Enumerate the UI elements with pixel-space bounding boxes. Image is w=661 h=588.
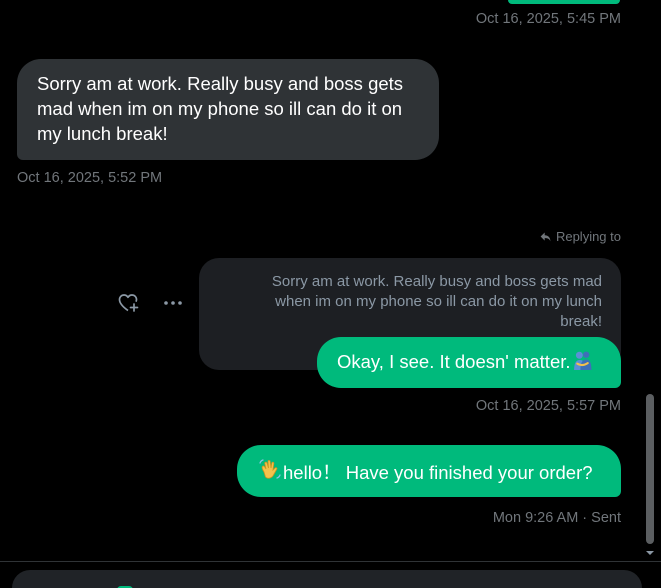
message-timestamp: Oct 16, 2025, 5:57 PM	[475, 398, 621, 414]
waving-hand-icon	[258, 458, 282, 488]
replying-to-label: Replying to	[539, 229, 621, 244]
replying-to-text: Replying to	[555, 229, 621, 244]
sent-message-text: hello！ Have you finished your order?	[283, 462, 593, 483]
quoted-message-text: Sorry am at work. Really busy and boss g…	[271, 273, 602, 330]
message-timestamp: Oct 16, 2025, 5:52 PM	[17, 170, 163, 186]
received-message-text: Sorry am at work. Really busy and boss g…	[37, 73, 404, 144]
received-message-bubble[interactable]: Sorry am at work. Really busy and boss g…	[17, 59, 439, 160]
reply-arrow-icon	[540, 232, 551, 242]
add-reaction-button[interactable]	[117, 292, 141, 314]
conversation-view: Oct 16, 2025, 5:45 PM Sorry am at work. …	[0, 0, 661, 588]
message-timestamp: Oct 16, 2025, 5:45 PM	[475, 11, 621, 27]
people-hugging-icon	[572, 350, 593, 377]
composer-divider	[0, 561, 661, 562]
more-options-button[interactable]	[161, 292, 185, 314]
heart-plus-icon	[118, 294, 139, 312]
scroll-down-arrow-icon[interactable]	[645, 548, 655, 558]
sent-message-bubble[interactable]: Okay, I see. It doesn' matter.	[317, 337, 621, 388]
more-options-icon	[164, 301, 182, 305]
previous-sent-bubble[interactable]	[508, 0, 620, 4]
sent-message-text: Okay, I see. It doesn' matter.	[337, 351, 571, 372]
sent-message-bubble[interactable]: hello！ Have you finished your order?	[237, 445, 621, 497]
message-status: Mon 9:26 AM · Sent	[492, 510, 621, 526]
scrollbar-thumb[interactable]	[646, 394, 654, 544]
message-composer[interactable]	[12, 570, 642, 588]
